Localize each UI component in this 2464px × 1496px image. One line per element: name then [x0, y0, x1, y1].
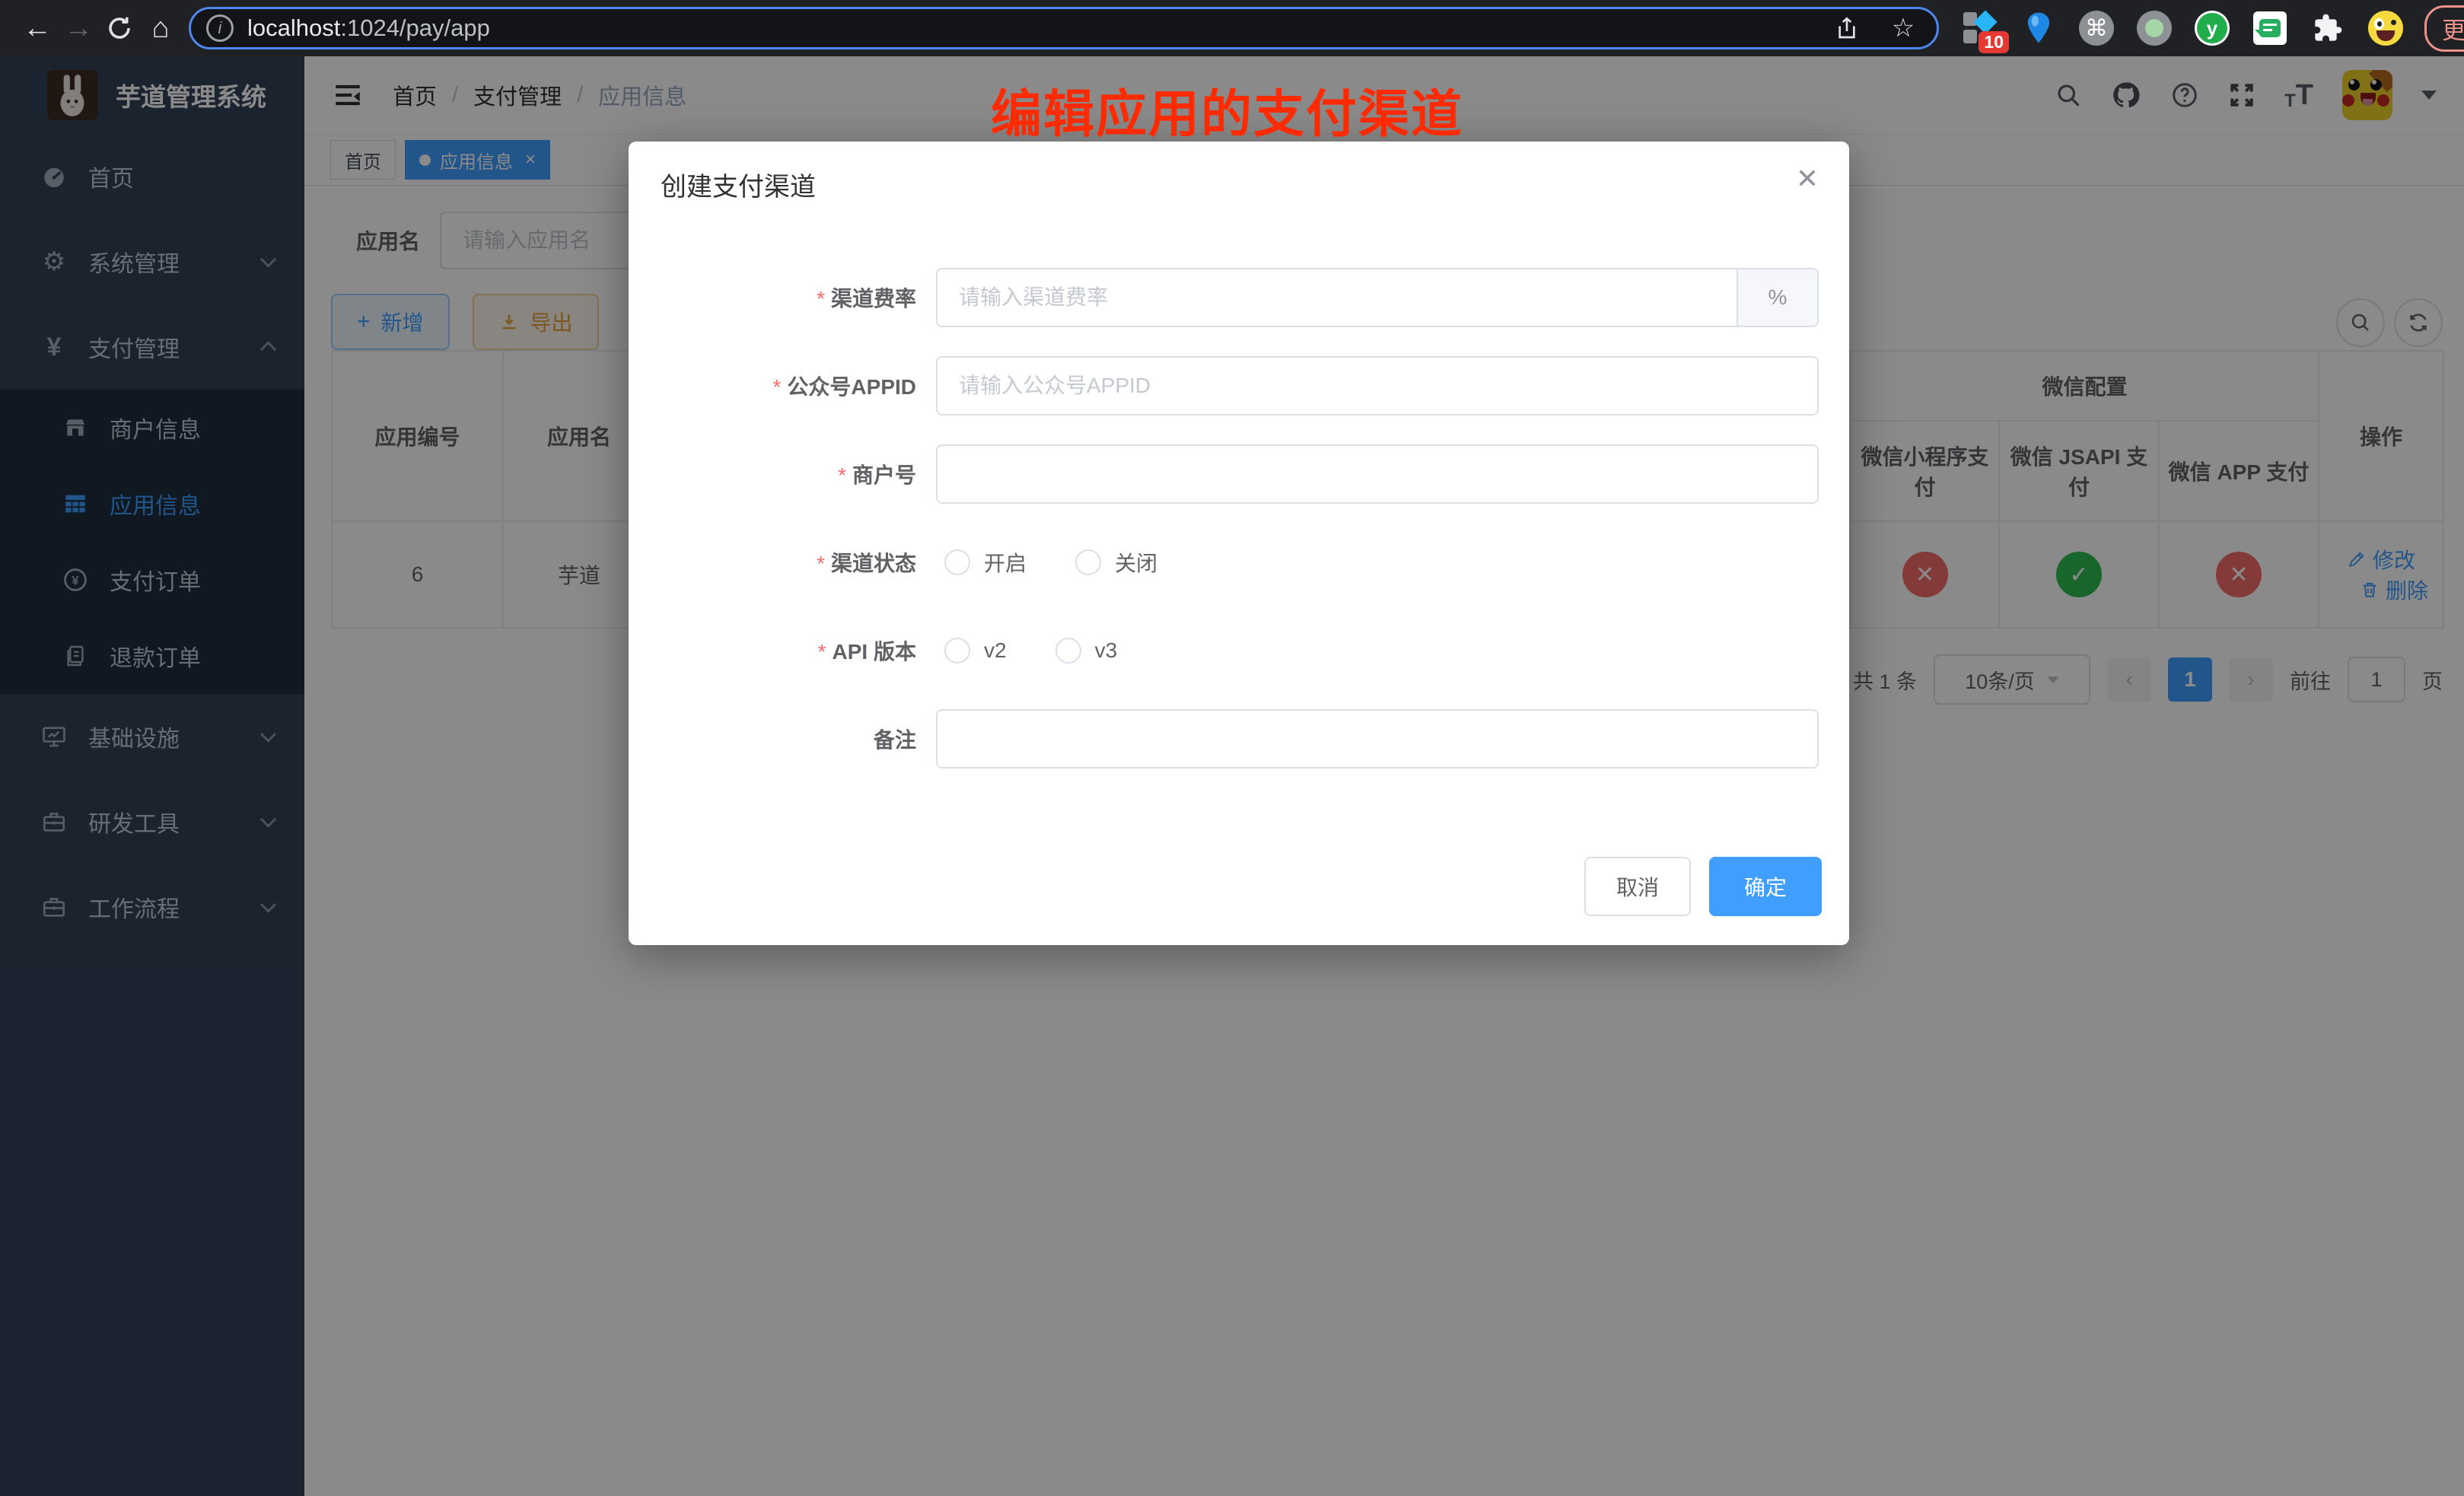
- radio-icon: [944, 638, 970, 664]
- radio-icon: [1075, 549, 1101, 575]
- channel-status-radio-group: 开启 关闭: [944, 547, 1206, 578]
- appid-input[interactable]: [938, 358, 1817, 414]
- confirm-button[interactable]: 确定: [1709, 857, 1822, 916]
- form-row-remark: 备注: [629, 709, 1849, 769]
- tiles-extension-icon[interactable]: 10: [1962, 9, 2000, 47]
- y-extension-icon[interactable]: y: [2193, 9, 2231, 47]
- browser-chrome: ← → ⌂ i localhost:1024/pay/app ☆: [0, 0, 2464, 56]
- chat-extension-icon[interactable]: [2251, 9, 2289, 47]
- field-label-text: 商户号: [852, 463, 916, 487]
- form-row-api-version: *API 版本 v2 v3: [629, 621, 1849, 680]
- field-label: *商户号: [629, 459, 916, 489]
- url-text: localhost:1024/pay/app: [247, 14, 490, 42]
- annotation-text: 编辑应用的支付渠道: [991, 73, 1463, 147]
- browser-update-button[interactable]: 更新: [2424, 5, 2464, 52]
- puzzle-extension-icon[interactable]: [2309, 9, 2347, 47]
- form-row-appid: *公众号APPID: [629, 356, 1849, 415]
- form-row-channel-status: * 渠道状态 开启 关闭: [629, 533, 1849, 592]
- radio-label: 开启: [984, 547, 1027, 578]
- field-label-text: 公众号APPID: [787, 375, 916, 399]
- form-row-fee-rate: * 渠道费率 %: [629, 268, 1849, 327]
- field-label: *公众号APPID: [629, 371, 916, 401]
- emoji-extension-icon[interactable]: [2367, 9, 2405, 47]
- required-asterisk: *: [817, 287, 825, 310]
- radio-label: v3: [1095, 638, 1118, 663]
- field-label: * 渠道费率: [629, 282, 916, 313]
- cancel-button[interactable]: 取消: [1584, 857, 1691, 916]
- field-label-text: 渠道费率: [831, 287, 916, 310]
- reload-icon[interactable]: [99, 8, 140, 49]
- radio-status-open[interactable]: 开启: [944, 547, 1027, 578]
- radio-status-closed[interactable]: 关闭: [1075, 547, 1157, 578]
- radio-api-v3[interactable]: v3: [1055, 638, 1118, 664]
- command-extension-icon[interactable]: ⌘: [2077, 9, 2115, 47]
- dialog-title: 创建支付渠道: [661, 166, 816, 203]
- percent-suffix: %: [1737, 269, 1817, 326]
- field-label: 备注: [629, 724, 916, 754]
- field-label: *API 版本: [629, 635, 916, 666]
- field-label: * 渠道状态: [629, 547, 916, 578]
- form-row-merchant-id: *商户号: [629, 444, 1849, 504]
- required-asterisk: *: [817, 552, 825, 575]
- field-label-text: 备注: [874, 728, 916, 752]
- required-asterisk: *: [838, 463, 846, 487]
- home-icon[interactable]: ⌂: [140, 8, 181, 49]
- radio-api-v2[interactable]: v2: [944, 638, 1007, 664]
- record-extension-icon[interactable]: [2135, 9, 2173, 47]
- field-label-text: API 版本: [832, 640, 916, 664]
- url-host: localhost: [247, 14, 340, 41]
- forward-icon[interactable]: →: [58, 8, 99, 49]
- required-asterisk: *: [773, 375, 782, 399]
- screen: ← → ⌂ i localhost:1024/pay/app ☆: [0, 0, 2464, 1496]
- radio-label: 关闭: [1115, 547, 1157, 578]
- fee-rate-input[interactable]: [938, 269, 1737, 326]
- radio-icon: [1055, 638, 1081, 664]
- back-icon[interactable]: ←: [17, 8, 58, 49]
- required-asterisk: *: [818, 640, 826, 664]
- radio-icon: [944, 549, 970, 575]
- remark-input[interactable]: [938, 711, 1817, 767]
- dialog-close-icon[interactable]: ✕: [1796, 163, 1819, 195]
- browser-extensions: 10 ⌘ y: [1962, 5, 2464, 52]
- api-version-radio-group: v2 v3: [944, 638, 1166, 664]
- share-icon[interactable]: [1835, 16, 1871, 40]
- merchant-id-input[interactable]: [938, 446, 1817, 502]
- site-info-icon[interactable]: i: [206, 14, 234, 42]
- radio-label: v2: [984, 638, 1007, 663]
- field-label-text: 渠道状态: [831, 552, 916, 575]
- fee-rate-input-group: %: [936, 268, 1819, 327]
- create-pay-channel-dialog: 创建支付渠道 ✕ *渠道费率 % *公众号APPID *商户号 *渠道状态 开启…: [629, 142, 1849, 945]
- url-path: :1024/pay/app: [340, 14, 490, 41]
- pin-extension-icon[interactable]: [2020, 9, 2058, 47]
- url-bar[interactable]: i localhost:1024/pay/app ☆: [189, 7, 1939, 49]
- bookmark-star-icon[interactable]: ☆: [1885, 13, 1921, 43]
- extension-badge: 10: [1979, 31, 2009, 53]
